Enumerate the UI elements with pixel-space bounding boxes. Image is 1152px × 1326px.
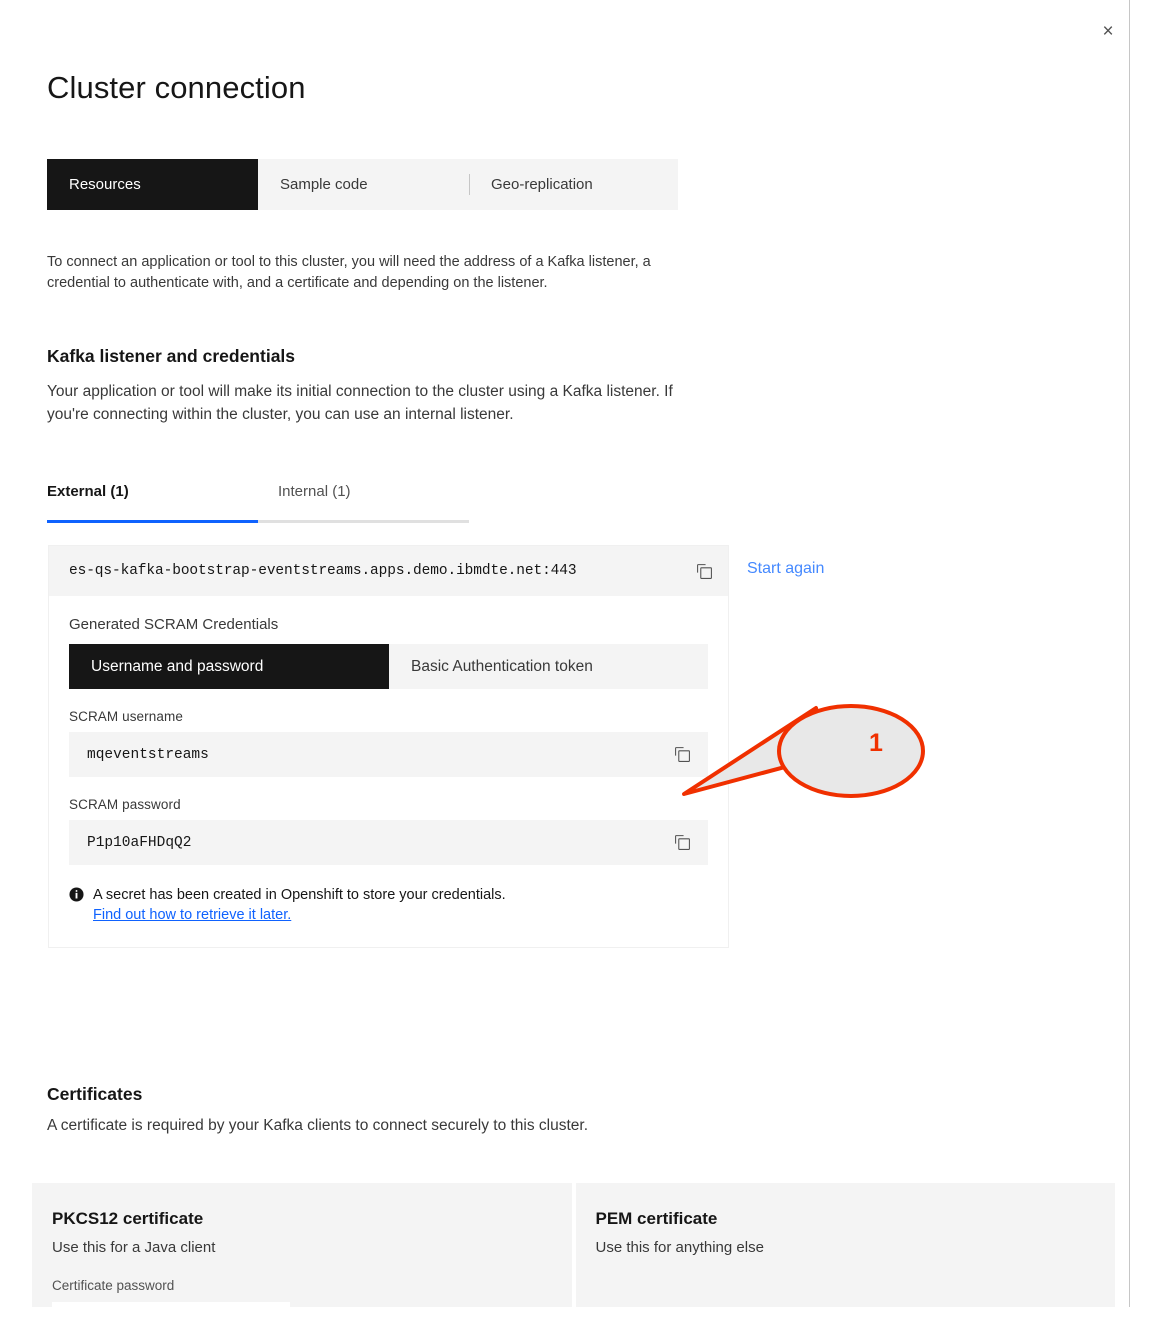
- credentials-body: Generated SCRAM Credentials Username and…: [49, 596, 728, 947]
- tab-resources[interactable]: Resources: [47, 159, 258, 210]
- copy-icon-glyph: [674, 835, 690, 850]
- scram-username-value: mqeventstreams: [87, 746, 209, 763]
- start-again-link[interactable]: Start again: [747, 560, 824, 578]
- certificate-card-pem: PEM certificate Use this for anything el…: [575, 1183, 1115, 1307]
- tab-sample-code[interactable]: Sample code: [258, 159, 469, 210]
- certificates-section-heading: Certificates: [47, 1084, 143, 1104]
- kafka-section-heading: Kafka listener and credentials: [47, 346, 296, 366]
- pem-card-subtitle: Use this for anything else: [595, 1239, 764, 1256]
- copy-icon-username[interactable]: [666, 739, 698, 771]
- certificate-password-input[interactable]: [52, 1302, 290, 1326]
- pem-card-title: PEM certificate: [595, 1209, 718, 1228]
- listener-tab-internal-label: Internal (1): [278, 483, 351, 500]
- certificates-section-description: A certificate is required by your Kafka …: [47, 1117, 589, 1134]
- auth-tab-basic-token-label: Basic Authentication token: [411, 657, 593, 675]
- kafka-section-description: Your application or tool will make its i…: [47, 383, 673, 423]
- tab-sample-code-label: Sample code: [280, 176, 368, 193]
- tab-resources-label: Resources: [69, 176, 141, 193]
- cluster-connection-panel: Cluster connection Resources Sample code…: [0, 0, 1129, 1307]
- listener-tab-internal[interactable]: Internal (1): [258, 483, 469, 523]
- connection-panel: es-qs-kafka-bootstrap-eventstreams.apps.…: [48, 545, 729, 948]
- retrieve-later-link[interactable]: Find out how to retrieve it later.: [93, 905, 506, 925]
- panel-right-divider: [1129, 0, 1130, 1307]
- tab-geo-replication[interactable]: Geo-replication: [469, 159, 615, 210]
- certificate-card-pkcs12: PKCS12 certificate Use this for a Java c…: [32, 1183, 572, 1326]
- bootstrap-address-value: es-qs-kafka-bootstrap-eventstreams.apps.…: [69, 563, 577, 579]
- pkcs12-card-title: PKCS12 certificate: [52, 1209, 204, 1228]
- content-switcher: Resources Sample code Geo-replication: [47, 159, 678, 210]
- scram-password-field: P1p10aFHDqQ2: [69, 820, 708, 865]
- copy-icon-bootstrap[interactable]: [688, 555, 720, 587]
- pkcs12-card-subtitle: Use this for a Java client: [52, 1239, 216, 1256]
- listener-tabs: External (1) Internal (1): [47, 483, 469, 523]
- page-title: Cluster connection: [47, 70, 306, 105]
- scram-password-label: SCRAM password: [69, 797, 181, 812]
- auth-tab-basic-token[interactable]: Basic Authentication token: [389, 644, 615, 689]
- info-icon: [69, 887, 84, 902]
- auth-method-switcher: Username and password Basic Authenticati…: [69, 644, 708, 689]
- auth-tab-username-password-label: Username and password: [91, 657, 264, 675]
- listener-tab-external-label: External (1): [47, 483, 129, 500]
- copy-icon-glyph: [674, 747, 690, 762]
- credentials-label: Generated SCRAM Credentials: [69, 616, 279, 633]
- tab-geo-replication-label: Geo-replication: [491, 176, 593, 193]
- scram-password-value: P1p10aFHDqQ2: [87, 834, 192, 851]
- listener-tab-external-underline: [47, 520, 258, 523]
- secret-note-text: A secret has been created in Openshift t…: [93, 887, 506, 903]
- listener-tab-internal-underline: [258, 520, 469, 523]
- certificate-password-label: Certificate password: [52, 1278, 175, 1293]
- secret-created-note: A secret has been created in Openshift t…: [69, 885, 708, 925]
- copy-icon-password[interactable]: [666, 827, 698, 859]
- listener-tab-external[interactable]: External (1): [47, 483, 258, 523]
- bootstrap-address-row: es-qs-kafka-bootstrap-eventstreams.apps.…: [49, 546, 728, 596]
- scram-username-label: SCRAM username: [69, 709, 183, 724]
- copy-icon-glyph: [696, 563, 712, 579]
- secret-note-body: A secret has been created in Openshift t…: [93, 885, 506, 925]
- scram-username-field: mqeventstreams: [69, 732, 708, 777]
- intro-paragraph: To connect an application or tool to thi…: [47, 254, 651, 291]
- auth-tab-username-password[interactable]: Username and password: [69, 644, 389, 689]
- certificate-cards: PKCS12 certificate Use this for a Java c…: [32, 1183, 1115, 1326]
